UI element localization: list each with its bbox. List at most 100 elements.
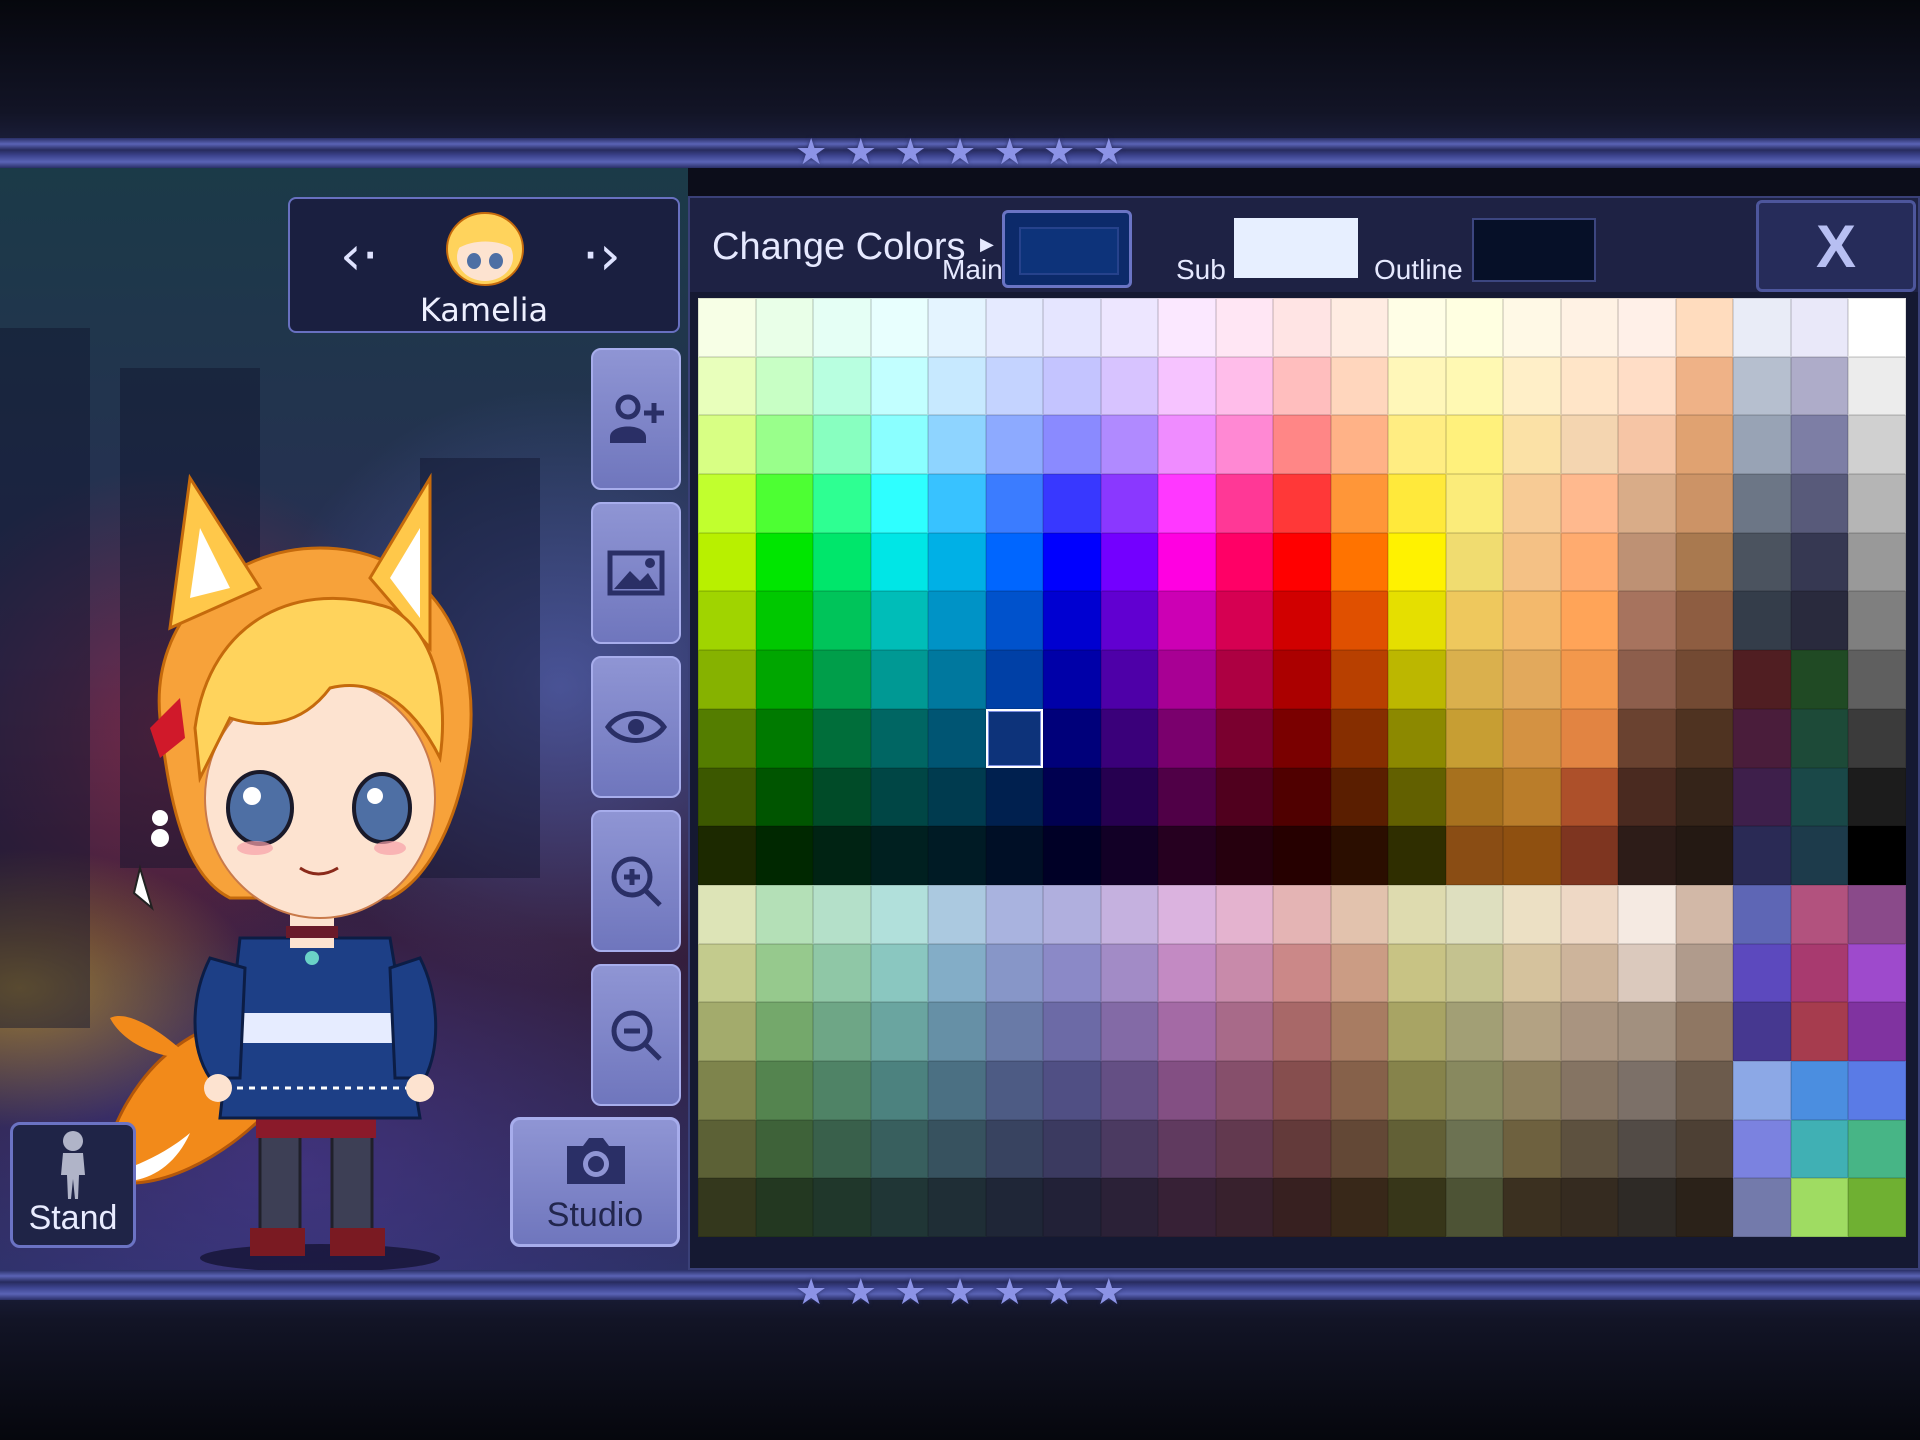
color-swatch[interactable] <box>1790 767 1848 827</box>
color-swatch[interactable] <box>813 943 871 1003</box>
color-swatch[interactable] <box>1503 415 1561 475</box>
color-swatch[interactable] <box>985 708 1043 768</box>
color-swatch[interactable] <box>1273 708 1331 768</box>
visibility-button[interactable] <box>591 656 681 798</box>
color-swatch[interactable] <box>1388 591 1446 651</box>
color-swatch[interactable] <box>698 943 756 1003</box>
color-swatch[interactable] <box>1445 591 1503 651</box>
color-swatch[interactable] <box>1273 884 1331 944</box>
color-swatch[interactable] <box>755 532 813 592</box>
color-swatch[interactable] <box>755 415 813 475</box>
color-swatch[interactable] <box>1158 943 1216 1003</box>
color-swatch[interactable] <box>1733 943 1791 1003</box>
color-swatch[interactable] <box>1158 415 1216 475</box>
color-swatch[interactable] <box>698 415 756 475</box>
color-swatch[interactable] <box>1330 591 1388 651</box>
color-swatch[interactable] <box>1100 1178 1158 1237</box>
color-swatch[interactable] <box>698 356 756 416</box>
color-swatch[interactable] <box>1158 1178 1216 1237</box>
color-swatch[interactable] <box>1043 767 1101 827</box>
color-swatch[interactable] <box>1733 1060 1791 1120</box>
color-swatch[interactable] <box>1330 650 1388 709</box>
color-swatch[interactable] <box>985 650 1043 709</box>
color-swatch[interactable] <box>1790 650 1848 709</box>
color-swatch[interactable] <box>1675 532 1733 592</box>
color-swatch[interactable] <box>1043 1060 1101 1120</box>
color-swatch[interactable] <box>1733 415 1791 475</box>
color-swatch[interactable] <box>1215 884 1273 944</box>
color-swatch[interactable] <box>870 356 928 416</box>
color-swatch[interactable] <box>1618 356 1676 416</box>
color-swatch[interactable] <box>1503 474 1561 533</box>
color-swatch[interactable] <box>755 1178 813 1237</box>
color-swatch[interactable] <box>1215 826 1273 885</box>
color-swatch[interactable] <box>985 591 1043 651</box>
color-swatch[interactable] <box>1273 1178 1331 1237</box>
color-swatch[interactable] <box>870 1002 928 1061</box>
color-swatch[interactable] <box>1503 1002 1561 1061</box>
color-swatch[interactable] <box>755 943 813 1003</box>
color-swatch[interactable] <box>870 767 928 827</box>
color-swatch[interactable] <box>1158 1060 1216 1120</box>
color-swatch[interactable] <box>698 532 756 592</box>
color-swatch[interactable] <box>928 591 986 651</box>
color-swatch[interactable] <box>928 415 986 475</box>
color-swatch[interactable] <box>1503 356 1561 416</box>
color-swatch[interactable] <box>985 298 1043 357</box>
color-swatch[interactable] <box>1043 415 1101 475</box>
color-swatch[interactable] <box>870 591 928 651</box>
color-swatch[interactable] <box>1158 1119 1216 1179</box>
color-swatch[interactable] <box>1388 767 1446 827</box>
color-swatch[interactable] <box>813 1060 871 1120</box>
color-swatch[interactable] <box>1215 415 1273 475</box>
color-swatch[interactable] <box>1790 943 1848 1003</box>
color-swatch[interactable] <box>1100 591 1158 651</box>
color-swatch[interactable] <box>755 591 813 651</box>
zoom-in-button[interactable] <box>591 810 681 952</box>
color-swatch[interactable] <box>813 532 871 592</box>
color-swatch[interactable] <box>1790 474 1848 533</box>
color-swatch[interactable] <box>1215 591 1273 651</box>
color-swatch[interactable] <box>1158 884 1216 944</box>
stand-button[interactable]: Stand <box>10 1122 136 1248</box>
color-swatch[interactable] <box>985 943 1043 1003</box>
character-avatar[interactable] <box>438 203 532 287</box>
studio-button[interactable]: Studio <box>510 1117 680 1247</box>
color-swatch[interactable] <box>1043 708 1101 768</box>
color-swatch[interactable] <box>1503 826 1561 885</box>
color-swatch[interactable] <box>1158 532 1216 592</box>
color-swatch[interactable] <box>1618 826 1676 885</box>
color-swatch[interactable] <box>1330 943 1388 1003</box>
color-swatch[interactable] <box>870 474 928 533</box>
color-swatch[interactable] <box>813 1002 871 1061</box>
color-swatch[interactable] <box>1675 1178 1733 1237</box>
color-swatch[interactable] <box>1100 650 1158 709</box>
color-swatch[interactable] <box>1388 826 1446 885</box>
color-swatch[interactable] <box>755 474 813 533</box>
color-swatch[interactable] <box>813 356 871 416</box>
color-swatch[interactable] <box>755 767 813 827</box>
color-swatch[interactable] <box>1790 1002 1848 1061</box>
color-swatch[interactable] <box>1675 884 1733 944</box>
color-swatch[interactable] <box>985 1060 1043 1120</box>
color-swatch[interactable] <box>1733 356 1791 416</box>
color-swatch[interactable] <box>870 1060 928 1120</box>
color-swatch[interactable] <box>1503 1178 1561 1237</box>
color-swatch[interactable] <box>698 1060 756 1120</box>
color-swatch[interactable] <box>985 826 1043 885</box>
color-swatch[interactable] <box>1848 767 1906 827</box>
color-swatch[interactable] <box>1158 474 1216 533</box>
color-swatch[interactable] <box>1618 884 1676 944</box>
color-swatch[interactable] <box>1618 415 1676 475</box>
color-swatch[interactable] <box>1445 943 1503 1003</box>
color-swatch[interactable] <box>1675 474 1733 533</box>
color-swatch[interactable] <box>870 532 928 592</box>
close-button[interactable]: X <box>1756 200 1916 292</box>
color-swatch[interactable] <box>870 1119 928 1179</box>
color-swatch[interactable] <box>1273 826 1331 885</box>
color-swatch[interactable] <box>698 708 756 768</box>
color-swatch[interactable] <box>1445 708 1503 768</box>
zoom-out-button[interactable] <box>591 964 681 1106</box>
color-swatch[interactable] <box>1733 1178 1791 1237</box>
background-button[interactable] <box>591 502 681 644</box>
